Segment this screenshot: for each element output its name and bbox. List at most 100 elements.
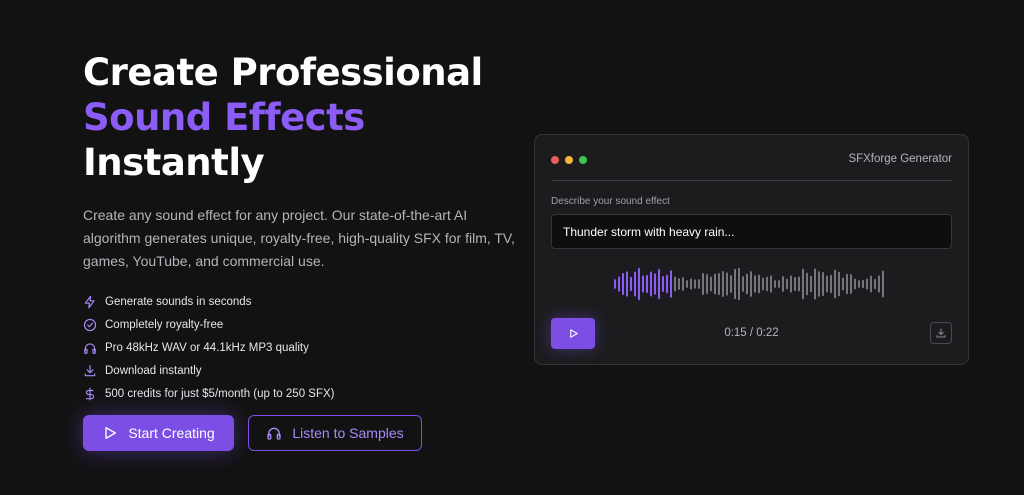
waveform-bar	[714, 273, 716, 295]
hero-description: Create any sound effect for any project.…	[83, 207, 515, 269]
waveform-bar	[798, 276, 800, 292]
waveform-bar	[626, 271, 628, 297]
waveform-bar	[710, 276, 712, 292]
waveform-bar	[846, 273, 848, 295]
feature-text: Pro 48kHz WAV or 44.1kHz MP3 quality	[105, 341, 309, 354]
waveform-bar	[746, 273, 748, 295]
headphones-icon	[83, 341, 97, 355]
waveform-bar	[638, 267, 640, 301]
check-circle-icon	[83, 318, 97, 332]
waveform-bar	[630, 276, 632, 292]
waveform-bar	[642, 275, 644, 293]
window-dot-red	[551, 156, 559, 164]
waveform-bar	[670, 270, 672, 298]
feature-item: Completely royalty-free	[83, 313, 334, 336]
waveform-bar	[858, 280, 860, 288]
hero-section: Create Professional Sound Effects Instan…	[83, 50, 523, 451]
feature-list: Generate sounds in seconds Completely ro…	[83, 290, 334, 405]
waveform-bar	[762, 277, 764, 291]
waveform-bar	[666, 274, 668, 294]
window-dot-yellow	[565, 156, 573, 164]
waveform-bar	[730, 275, 732, 293]
feature-text: Generate sounds in seconds	[105, 295, 252, 308]
waveform-bar	[782, 276, 784, 292]
playback-time: 0:15 / 0:22	[724, 327, 779, 339]
waveform-bar	[738, 267, 740, 301]
window-controls	[551, 156, 587, 164]
waveform-bar	[678, 278, 680, 290]
waveform-bar	[766, 276, 768, 292]
download-icon	[83, 364, 97, 378]
waveform-bar	[750, 271, 752, 297]
download-button[interactable]	[930, 322, 952, 344]
hero-title-line-1: Create Professional	[83, 51, 483, 94]
waveform-bar	[822, 272, 824, 296]
waveform-bar	[622, 273, 624, 295]
feature-item: 500 credits for just $5/month (up to 250…	[83, 382, 334, 405]
waveform-bar	[854, 278, 856, 290]
hero-title-line-3: Instantly	[83, 141, 265, 184]
waveform-bar	[778, 280, 780, 288]
waveform-bar	[862, 279, 864, 289]
waveform-bar	[810, 275, 812, 293]
waveform-bar	[878, 275, 880, 293]
waveform-bar	[842, 277, 844, 291]
waveform-bar	[698, 279, 700, 289]
waveform-bar	[850, 274, 852, 294]
play-icon	[105, 427, 117, 439]
waveform-bar	[646, 274, 648, 294]
headphones-icon	[267, 427, 282, 440]
generator-title: SFXforge Generator	[848, 153, 952, 165]
waveform-bar	[634, 271, 636, 297]
waveform-bar	[758, 274, 760, 294]
waveform-bar	[838, 271, 840, 297]
cta-buttons: Start Creating Listen to Samples	[83, 415, 422, 451]
waveform-bar	[614, 279, 616, 289]
generator-card: SFXforge Generator Describe your sound e…	[534, 134, 969, 365]
waveform-bar	[882, 270, 884, 298]
waveform-bar	[650, 271, 652, 297]
waveform-bar	[834, 269, 836, 299]
waveform-bar	[830, 274, 832, 294]
waveform-bar	[682, 277, 684, 291]
waveform-bar	[658, 268, 660, 300]
waveform-bar	[718, 272, 720, 296]
start-creating-button[interactable]: Start Creating	[83, 415, 234, 451]
waveform-bar	[870, 275, 872, 293]
waveform-bar	[790, 275, 792, 293]
waveform-bar	[654, 273, 656, 295]
feature-text: Download instantly	[105, 364, 202, 377]
waveform-bar	[814, 268, 816, 300]
waveform-bar	[702, 273, 704, 295]
listen-to-samples-button[interactable]: Listen to Samples	[248, 415, 422, 451]
feature-item: Pro 48kHz WAV or 44.1kHz MP3 quality	[83, 336, 334, 359]
waveform-bar	[874, 278, 876, 290]
waveform-bar	[770, 275, 772, 293]
waveform-bar	[774, 280, 776, 288]
waveform-bar	[686, 280, 688, 288]
waveform-bar	[806, 272, 808, 296]
hero-title-accent: Sound Effects	[83, 96, 365, 139]
feature-text: 500 credits for just $5/month (up to 250…	[105, 387, 335, 400]
waveform-bar	[726, 272, 728, 296]
sound-description-label: Describe your sound effect	[551, 196, 670, 207]
hero-title: Create Professional Sound Effects Instan…	[83, 50, 523, 185]
feature-text: Completely royalty-free	[105, 318, 224, 331]
waveform-bar	[694, 279, 696, 289]
card-divider	[551, 180, 952, 181]
window-dot-green	[579, 156, 587, 164]
listen-to-samples-label: Listen to Samples	[292, 425, 404, 441]
waveform-bar	[786, 278, 788, 290]
waveform-bar	[690, 278, 692, 290]
sound-description-input[interactable]	[551, 214, 952, 249]
waveform-bar	[734, 268, 736, 300]
waveform-bar	[818, 271, 820, 297]
waveform-bar	[662, 275, 664, 293]
waveform	[614, 267, 884, 301]
waveform-bar	[754, 275, 756, 293]
dollar-icon	[83, 387, 97, 401]
feature-item: Download instantly	[83, 359, 334, 382]
waveform-bar	[802, 268, 804, 300]
waveform-bar	[722, 270, 724, 298]
waveform-bar	[706, 274, 708, 294]
